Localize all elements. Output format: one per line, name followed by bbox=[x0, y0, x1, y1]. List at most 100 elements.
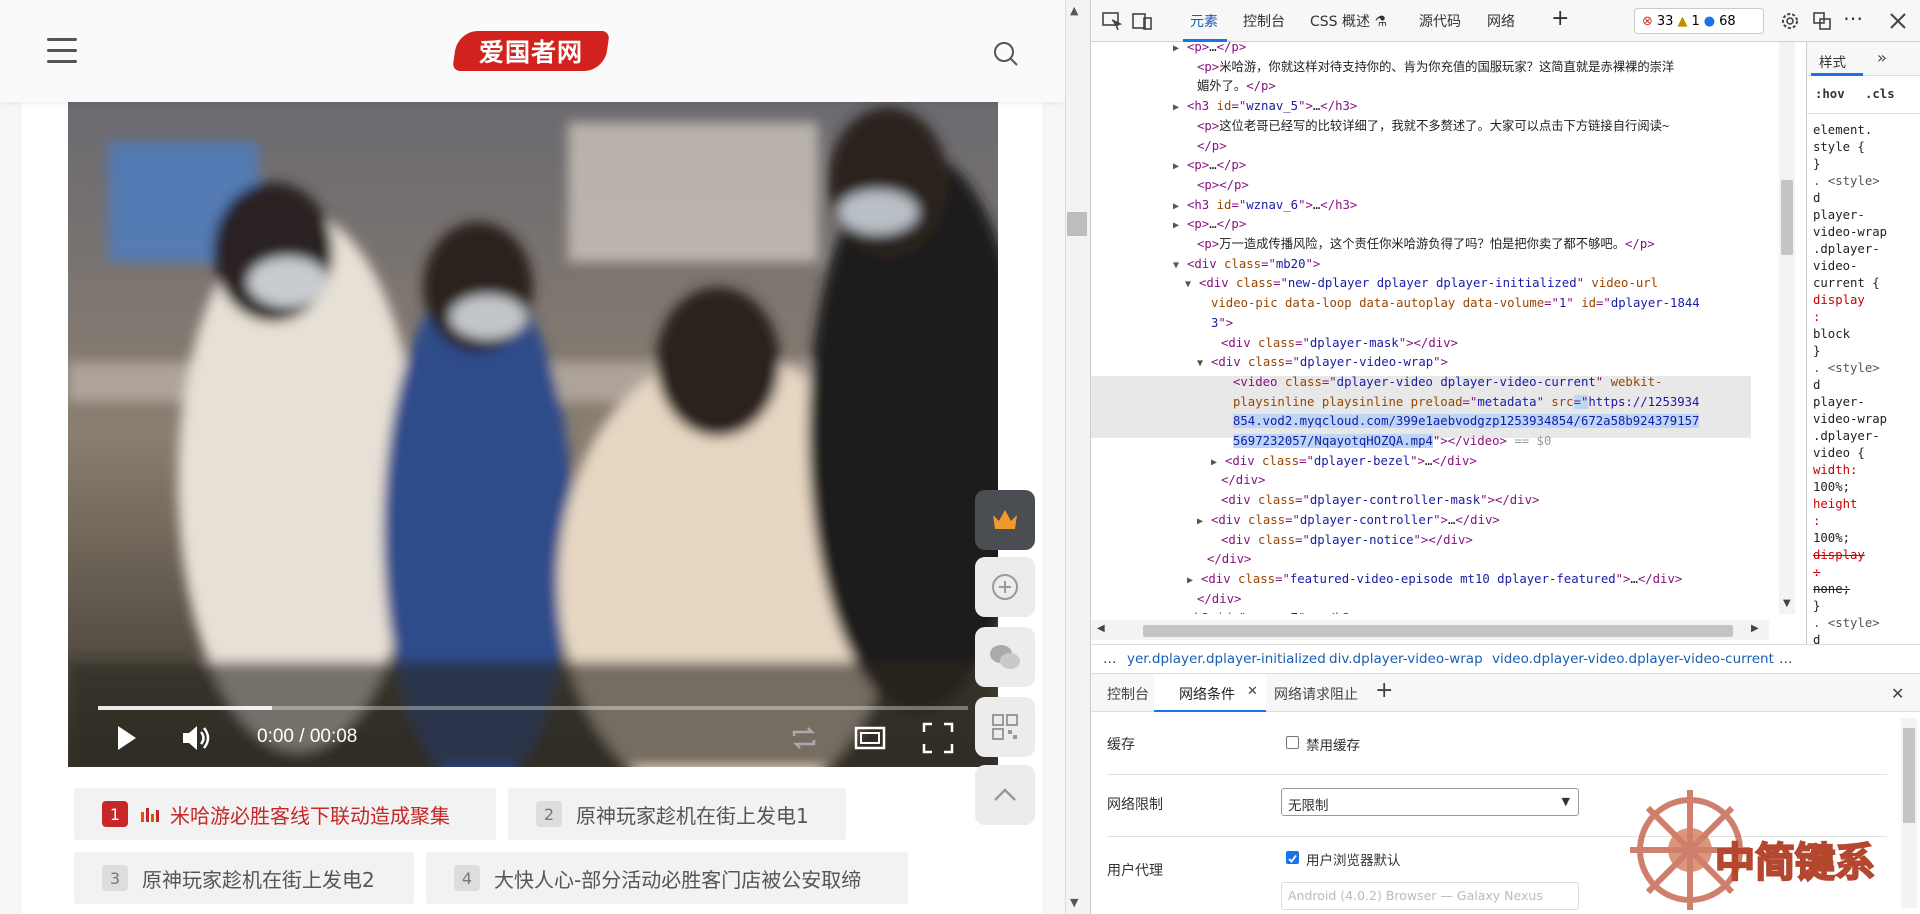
expanded-triangle-icon[interactable]: ▼ bbox=[1185, 275, 1199, 295]
dom-node-line[interactable]: 3"> bbox=[1197, 314, 1233, 334]
collapsed-triangle-icon[interactable]: ▶ bbox=[1197, 512, 1211, 532]
breadcrumb-ellipsis[interactable]: … bbox=[1103, 651, 1117, 667]
video-player[interactable]: 0:00 / 00:08 bbox=[68, 102, 998, 767]
scroll-down-arrow-icon[interactable]: ▼ bbox=[1070, 896, 1078, 909]
expanded-triangle-icon[interactable]: ▼ bbox=[1197, 354, 1211, 374]
dom-node-line[interactable]: 媚外了。</p> bbox=[1183, 77, 1276, 97]
drawer-tab-network-conditions[interactable]: 网络条件 bbox=[1179, 684, 1235, 704]
inspect-element-icon[interactable] bbox=[1101, 10, 1123, 32]
collapsed-triangle-icon[interactable]: ▶ bbox=[1173, 42, 1187, 59]
horizontal-scroll-thumb[interactable] bbox=[1143, 625, 1733, 637]
site-logo[interactable]: 爱国者网 bbox=[452, 31, 610, 71]
breadcrumb-item[interactable]: div.dplayer-video-wrap bbox=[1329, 651, 1483, 667]
more-options-icon[interactable]: ⋯ bbox=[1843, 6, 1863, 30]
device-toolbar-icon[interactable] bbox=[1131, 10, 1153, 32]
dom-node-line[interactable]: playsinline playsinline preload="metadat… bbox=[1219, 393, 1699, 413]
tab-network[interactable]: 网络 bbox=[1487, 11, 1515, 31]
episode-item-4[interactable]: 4 大快人心-部分活动必胜客门店被公安取缔 bbox=[426, 852, 908, 904]
dom-node-line[interactable]: ▼ <div class="dplayer-video-wrap"> bbox=[1197, 353, 1448, 374]
close-drawer-tab-icon[interactable]: ✕ bbox=[1247, 684, 1258, 699]
tab-sources[interactable]: 源代码 bbox=[1419, 11, 1461, 31]
loop-icon[interactable] bbox=[786, 720, 822, 756]
collapsed-triangle-icon[interactable]: ▶ bbox=[1187, 571, 1201, 591]
dom-node-line[interactable]: 5697232057/NqayotqHOZQA.mp4"></video> ==… bbox=[1219, 432, 1551, 452]
elements-scroll-thumb[interactable] bbox=[1781, 180, 1793, 255]
user-agent-select[interactable]: Android (4.0.2) Browser — Galaxy Nexus bbox=[1281, 882, 1579, 910]
vip-button[interactable] bbox=[975, 490, 1035, 550]
tab-css-overview[interactable]: CSS 概述 ⚗ bbox=[1310, 11, 1387, 31]
styles-tab[interactable]: 样式 bbox=[1811, 42, 1863, 76]
add-tab-icon[interactable]: + bbox=[1551, 6, 1569, 31]
dom-node-line[interactable]: <p>这位老哥已经写的比较详细了，我就不多赘述了。大家可以点击下方链接自行阅读~ bbox=[1183, 117, 1669, 137]
dom-node-line[interactable]: ▶ <p>…</p> bbox=[1173, 42, 1246, 59]
dom-node-line[interactable]: </div> bbox=[1193, 550, 1251, 570]
page-scroll-thumb[interactable] bbox=[1067, 212, 1087, 236]
dom-node-line[interactable]: ▶ <h3 id="wznav_5">…</h3> bbox=[1173, 97, 1357, 118]
add-drawer-tab-icon[interactable]: + bbox=[1375, 678, 1393, 703]
collapsed-triangle-icon[interactable]: ▶ bbox=[1173, 157, 1187, 177]
dom-node-line[interactable]: <div class="dplayer-notice"></div> bbox=[1207, 531, 1473, 551]
class-toggle[interactable]: .cls bbox=[1865, 87, 1895, 101]
dom-node-line[interactable]: ▶<h3 id="wznav_7">…</h3> bbox=[1173, 609, 1357, 614]
collapsed-triangle-icon[interactable]: ▶ bbox=[1173, 610, 1187, 614]
scroll-right-arrow-icon[interactable]: ▶ bbox=[1751, 623, 1759, 634]
elements-horizontal-scrollbar[interactable]: ◀ ▶ bbox=[1091, 620, 1769, 640]
hamburger-menu-icon[interactable] bbox=[47, 38, 77, 64]
tab-elements[interactable]: 元素 bbox=[1190, 11, 1218, 31]
collapsed-triangle-icon[interactable]: ▶ bbox=[1173, 197, 1187, 217]
dom-node-line[interactable]: video-pic data-loop data-autoplay data-v… bbox=[1197, 294, 1700, 314]
episode-item-2[interactable]: 2 原神玩家趁机在街上发电1 bbox=[508, 788, 846, 840]
collapsed-triangle-icon[interactable]: ▶ bbox=[1211, 453, 1225, 473]
tab-console[interactable]: 控制台 bbox=[1243, 11, 1285, 31]
scroll-left-arrow-icon[interactable]: ◀ bbox=[1097, 623, 1105, 634]
dom-node-line[interactable]: </div> bbox=[1183, 590, 1241, 610]
breadcrumb-ellipsis[interactable]: … bbox=[1779, 651, 1793, 667]
qrcode-button[interactable] bbox=[975, 697, 1035, 757]
disable-cache-checkbox[interactable] bbox=[1286, 736, 1299, 749]
customize-icon[interactable] bbox=[1811, 10, 1833, 32]
dom-node-line[interactable]: <p></p> bbox=[1183, 176, 1249, 196]
drawer-tab-console[interactable]: 控制台 bbox=[1107, 684, 1149, 704]
back-to-top-button[interactable] bbox=[975, 765, 1035, 825]
dom-node-line[interactable]: ▶ <p>…</p> bbox=[1173, 215, 1246, 236]
episode-item-3[interactable]: 3 原神玩家趁机在街上发电2 bbox=[74, 852, 414, 904]
throttle-select[interactable]: 无限制 ▼ bbox=[1281, 788, 1579, 816]
close-devtools-icon[interactable] bbox=[1887, 10, 1909, 32]
dom-node-line[interactable]: ▶ <h3 id="wznav_6">…</h3> bbox=[1173, 196, 1357, 217]
use-browser-default-checkbox[interactable] bbox=[1286, 851, 1299, 864]
page-scrollbar[interactable] bbox=[1065, 0, 1090, 914]
dom-node-line[interactable]: </p> bbox=[1183, 137, 1227, 157]
dom-node-line[interactable]: ▼ <div class="mb20"> bbox=[1173, 255, 1320, 276]
dom-node-line[interactable]: <video class="dplayer-video dplayer-vide… bbox=[1219, 373, 1662, 393]
play-icon[interactable] bbox=[108, 720, 144, 756]
expanded-triangle-icon[interactable]: ▼ bbox=[1173, 256, 1187, 276]
dom-node-line[interactable]: ▶ <div class="dplayer-controller">…</div> bbox=[1197, 511, 1500, 532]
add-button[interactable] bbox=[975, 557, 1035, 617]
collapsed-triangle-icon[interactable]: ▶ bbox=[1173, 216, 1187, 236]
volume-icon[interactable] bbox=[178, 720, 214, 756]
dom-node-line[interactable]: <p>万一造成传播风险，这个责任你米哈游负得了吗？怕是把你卖了都不够吧。</p> bbox=[1183, 235, 1655, 255]
scroll-up-arrow-icon[interactable]: ▲ bbox=[1070, 4, 1078, 17]
settings-gear-icon[interactable] bbox=[1779, 10, 1801, 32]
breadcrumb-item[interactable]: video.dplayer-video.dplayer-video-curren… bbox=[1492, 651, 1774, 667]
issues-counter[interactable]: ⊗ 33 ▲ 1 ● 68 bbox=[1634, 8, 1764, 34]
more-tabs-chevron-icon[interactable]: » bbox=[1877, 48, 1887, 67]
dom-node-line[interactable]: <p>米哈游，你就这样对待支持你的、肯为你充值的国服玩家？这简直就是赤裸裸的崇洋 bbox=[1183, 58, 1674, 78]
hover-state-toggle[interactable]: :hov bbox=[1815, 87, 1845, 101]
dom-node-line[interactable]: ▼ <div class="new-dplayer dplayer dplayer… bbox=[1185, 274, 1658, 295]
episode-item-1[interactable]: 1 米哈游必胜客线下联动造成聚集 bbox=[74, 788, 496, 840]
dom-node-line[interactable]: </div> bbox=[1207, 471, 1265, 491]
fullscreen-icon[interactable] bbox=[920, 720, 956, 756]
dom-node-line[interactable]: ▶ <div class="dplayer-bezel">…</div> bbox=[1211, 452, 1477, 473]
dom-node-line[interactable]: 854.vod2.myqcloud.com/399e1aebvodgzp1253… bbox=[1219, 412, 1700, 432]
dom-node-line[interactable]: <div class="dplayer-mask"></div> bbox=[1207, 334, 1458, 354]
elements-vertical-scrollbar[interactable] bbox=[1779, 42, 1795, 614]
wechat-share-button[interactable] bbox=[975, 627, 1035, 687]
breadcrumb-item[interactable]: yer.dplayer.dplayer-initialized bbox=[1127, 651, 1326, 667]
dom-node-line[interactable]: ▶ <p>…</p> bbox=[1173, 156, 1246, 177]
web-fullscreen-icon[interactable] bbox=[852, 720, 888, 756]
dom-node-line[interactable]: <div class="dplayer-controller-mask"></d… bbox=[1207, 491, 1539, 511]
elements-tree[interactable]: ▶ <p>…</p> <p>米哈游，你就这样对待支持你的、肯为你充值的国服玩家？这简… bbox=[1091, 42, 1769, 614]
collapsed-triangle-icon[interactable]: ▶ bbox=[1173, 98, 1187, 118]
scroll-down-arrow-icon[interactable]: ▼ bbox=[1783, 598, 1791, 609]
